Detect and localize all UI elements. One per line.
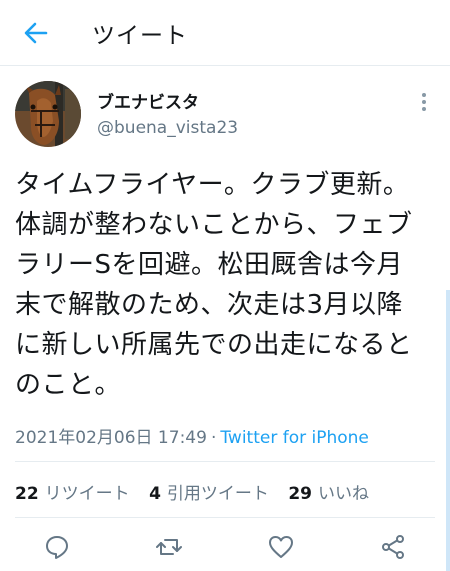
tweet-text-line: のこと。 [15, 370, 122, 400]
quotes-count: 4 [149, 484, 161, 504]
divider [15, 517, 435, 518]
horse-avatar [15, 81, 81, 147]
reply-icon [46, 536, 68, 559]
username[interactable]: @buena_vista23 [97, 118, 238, 138]
timestamp[interactable]: 2021年02月06日 17:49 [15, 428, 207, 448]
source-link[interactable]: Twitter for iPhone [220, 428, 369, 448]
back-button[interactable] [22, 19, 50, 47]
tweet-text-line: 末で解散のため、次走は3月以降 [15, 290, 404, 320]
more-options-button[interactable] [416, 90, 432, 114]
top-bar: ツイート [0, 0, 450, 66]
arrow-left-icon [24, 22, 48, 44]
display-name[interactable]: ブエナビスタ [97, 88, 199, 113]
page-title: ツイート [92, 23, 188, 49]
retweets-stat[interactable]: 22 リツイート [15, 484, 130, 504]
quotes-stat[interactable]: 4 引用ツイート [149, 484, 269, 504]
action-bar [0, 530, 450, 564]
more-vertical-icon [422, 93, 426, 111]
tweet-text-line: ラリーSを回避。松田厩舎は今月 [15, 250, 404, 280]
tweet-text-line: 体調が整わないことから、フェブ [15, 210, 413, 240]
like-icon [269, 536, 293, 558]
tweet-text-line: タイムフライヤー。クラブ更新。 [15, 170, 410, 200]
retweet-icon [156, 539, 182, 555]
likes-stat[interactable]: 29 いいね [288, 484, 369, 504]
retweets-count: 22 [15, 484, 39, 504]
retweet-button[interactable] [156, 534, 182, 560]
tweet-text: タイムフライヤー。クラブ更新。 体調が整わないことから、フェブ ラリーSを回避。… [15, 165, 440, 405]
stats-row: 22 リツイート 4 引用ツイート 29 いいね [15, 479, 383, 504]
tweet-meta: 2021年02月06日 17:49 · Twitter for iPhone [15, 423, 369, 448]
share-button[interactable] [380, 534, 406, 560]
tweet-text-line: に新しい所属先での出走になると [15, 330, 413, 360]
likes-label: いいね [318, 484, 369, 504]
like-button[interactable] [268, 534, 294, 560]
meta-separator: · [210, 428, 217, 448]
retweets-label: リツイート [44, 484, 130, 504]
reply-button[interactable] [44, 534, 70, 560]
quotes-label: 引用ツイート [166, 484, 269, 504]
likes-count: 29 [288, 484, 312, 504]
divider [15, 461, 435, 462]
scrollbar[interactable] [446, 290, 450, 571]
avatar[interactable] [15, 81, 81, 147]
share-icon [382, 535, 404, 559]
